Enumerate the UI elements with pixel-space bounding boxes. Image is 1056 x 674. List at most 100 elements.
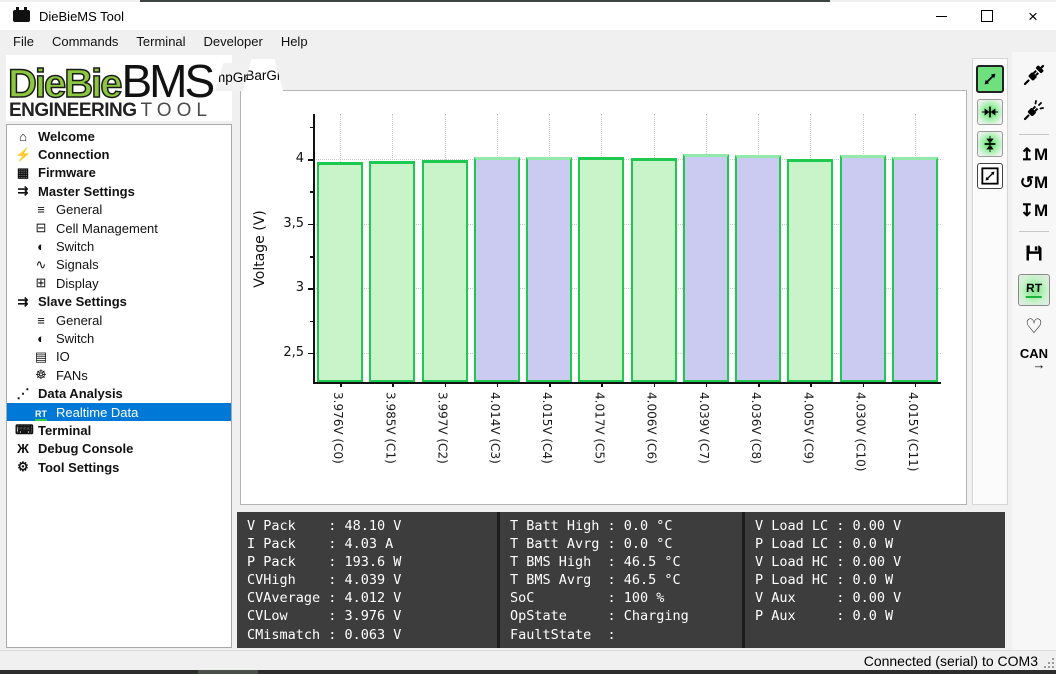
telemetry-panel-3: V Load LC : 0.00 VP Load LC : 0.0 WV Loa…	[745, 512, 1005, 648]
telemetry-panel-2: T Batt High : 0.0 °CT Batt Avrg : 0.0 °C…	[500, 512, 742, 648]
sidebar-item-label: Firmware	[38, 165, 96, 180]
sidebar-item-debug-console[interactable]: Ж Debug Console	[7, 440, 231, 458]
telemetry-row: T Batt Avrg : 0.0 °C	[510, 535, 742, 553]
x-tick-label: 4.005V (C9)	[801, 392, 815, 464]
fit-horizontal-button[interactable]	[977, 99, 1003, 125]
sidebar-item-label: Welcome	[38, 129, 95, 144]
cell-bar-balancing	[526, 157, 572, 382]
manual-zoom-button[interactable]	[977, 163, 1003, 189]
write-master-button[interactable]: ↧M	[1020, 202, 1048, 219]
resize-grip[interactable]	[1044, 658, 1054, 668]
right-toolbar: ↥M ↺M ↧M RT ♡ CAN→	[1012, 52, 1056, 650]
cell-bar-balancing	[892, 157, 938, 382]
fan-icon: ☸	[33, 367, 49, 383]
sidebar-item-cell-management[interactable]: ⊟Cell Management	[7, 219, 231, 237]
cell-bar	[317, 162, 363, 382]
sidebar-item-io[interactable]: ▤IO	[7, 348, 231, 366]
save-button[interactable]	[1024, 243, 1044, 263]
minimize-button[interactable]	[918, 2, 964, 30]
app-window: DieBieMS Tool × FileCommandsTerminalDeve…	[0, 0, 1056, 674]
sidebar-item-label: Cell Management	[56, 221, 158, 236]
plot-area: Voltage (V) 43,532,53.976V (C0)3.985V (C…	[241, 91, 966, 504]
sidebar-item-connection[interactable]: ⚡Connection	[7, 145, 231, 163]
telemetry-panel: V Pack : 48.10 VI Pack : 4.03 AP Pack : …	[237, 512, 1005, 648]
sidebar-item-label: Debug Console	[38, 441, 133, 456]
sidebar-item-terminal[interactable]: ⌨Terminal	[7, 421, 231, 439]
x-tick-label: 4.015V (C4)	[540, 392, 554, 464]
menu-item-developer[interactable]: Developer	[195, 32, 272, 51]
default-master-button[interactable]: ↺M	[1020, 174, 1048, 191]
telemetry-row: V Load LC : 0.00 V	[755, 517, 1005, 535]
telemetry-row: T Batt High : 0.0 °C	[510, 517, 742, 535]
telemetry-row: CMismatch : 0.063 V	[247, 626, 497, 644]
terminal-icon: ⌨	[15, 422, 31, 438]
can-button[interactable]: CAN→	[1020, 348, 1048, 369]
menu-item-file[interactable]: File	[4, 32, 43, 51]
cell-bar-balancing	[840, 155, 886, 382]
cell-bar-balancing	[735, 155, 781, 382]
sidebar-item-data-analysis[interactable]: ⋰Data Analysis	[7, 384, 231, 402]
x-tick-label: 4.017V (C5)	[592, 392, 606, 464]
sidebar-item-label: Display	[56, 276, 99, 291]
connect-button[interactable]	[1022, 63, 1046, 87]
signals-icon: ∿	[33, 257, 49, 273]
cell-bar	[787, 159, 833, 382]
telemetry-row: P Pack : 193.6 W	[247, 553, 497, 571]
sidebar-item-signals[interactable]: ∿ Signals	[7, 256, 231, 274]
sidebar-item-master-settings[interactable]: ⇉Master Settings	[7, 182, 231, 200]
sidebar-item-slave-settings[interactable]: ⇉Slave Settings	[7, 293, 231, 311]
toggle-icon: ◐	[33, 331, 49, 346]
sidebar-item-switch[interactable]: ◐Switch	[7, 237, 231, 255]
disconnect-button[interactable]	[1022, 98, 1046, 122]
maximize-button[interactable]	[964, 2, 1010, 30]
sidebar-item-label: Signals	[56, 257, 99, 272]
cell-bar	[578, 157, 624, 382]
autoscale-both-button[interactable]	[976, 65, 1004, 93]
sidebar-item-label: General	[56, 313, 102, 328]
scale-diagonal-box-icon	[981, 70, 999, 88]
close-button[interactable]: ×	[1010, 2, 1056, 30]
realtime-data-button[interactable]: RT	[1018, 274, 1050, 306]
telemetry-row: P Load HC : 0.0 W	[755, 571, 1005, 589]
favorite-button[interactable]: ♡	[1025, 317, 1043, 337]
sidebar-item-firmware[interactable]: ▦Firmware	[7, 164, 231, 182]
fit-vertical-button[interactable]	[977, 131, 1003, 157]
x-tick-label: 4.015V (C11)	[906, 392, 920, 471]
menu-item-commands[interactable]: Commands	[43, 32, 127, 51]
app-logo: DieBie BMS ENGINEERING TOOL	[6, 55, 232, 121]
toolbar-separator	[1019, 134, 1049, 135]
sidebar-item-general[interactable]: ≡ General	[7, 311, 231, 329]
menu-bar: FileCommandsTerminalDeveloperHelp	[0, 30, 1056, 52]
telemetry-row: OpState : Charging	[510, 607, 742, 625]
sidebar-item-label: Tool Settings	[38, 460, 119, 475]
sidebar-item-realtime-data[interactable]: RTRealtime Data	[7, 403, 231, 421]
can-arrow-icon: →	[1032, 360, 1045, 369]
sliders-icon: ≡	[33, 313, 49, 328]
menu-item-help[interactable]: Help	[272, 32, 317, 51]
read-master-button[interactable]: ↥M	[1020, 146, 1048, 163]
plug-disconnect-icon	[1022, 98, 1046, 122]
telemetry-row: SoC : 100 %	[510, 589, 742, 607]
y-tick-label: 3	[258, 280, 304, 295]
cell-bar-graph-pane: Voltage (V) 43,532,53.976V (C0)3.985V (C…	[240, 90, 967, 505]
sidebar-item-display[interactable]: ⊞Display	[7, 274, 231, 292]
sidebar-navigation: ⌂Welcome⚡Connection▦Firmware⇉Master Sett…	[6, 124, 232, 648]
io-connector-icon: ▤	[33, 349, 49, 365]
sidebar-item-switch[interactable]: ◐ Switch	[7, 329, 231, 347]
app-battery-icon	[13, 10, 30, 22]
bug-icon: Ж	[15, 441, 31, 456]
cell-bar	[369, 161, 415, 382]
sidebar-item-label: Master Settings	[38, 184, 135, 199]
sidebar-item-general[interactable]: ≡General	[7, 201, 231, 219]
cell-bar-balancing	[683, 154, 729, 382]
sidebar-item-tool-settings[interactable]: ⚙Tool Settings	[7, 458, 231, 476]
sidebar-item-label: Data Analysis	[38, 386, 123, 401]
telemetry-row: V Pack : 48.10 V	[247, 517, 497, 535]
plug-icon: ⚡	[15, 147, 31, 163]
telemetry-panel-1: V Pack : 48.10 VI Pack : 4.03 AP Pack : …	[237, 512, 497, 648]
floppy-icon	[1024, 243, 1044, 263]
menu-item-terminal[interactable]: Terminal	[127, 32, 194, 51]
sidebar-item-label: Switch	[56, 331, 94, 346]
sidebar-item-welcome[interactable]: ⌂Welcome	[7, 127, 231, 145]
sidebar-item-fans[interactable]: ☸FANs	[7, 366, 231, 384]
